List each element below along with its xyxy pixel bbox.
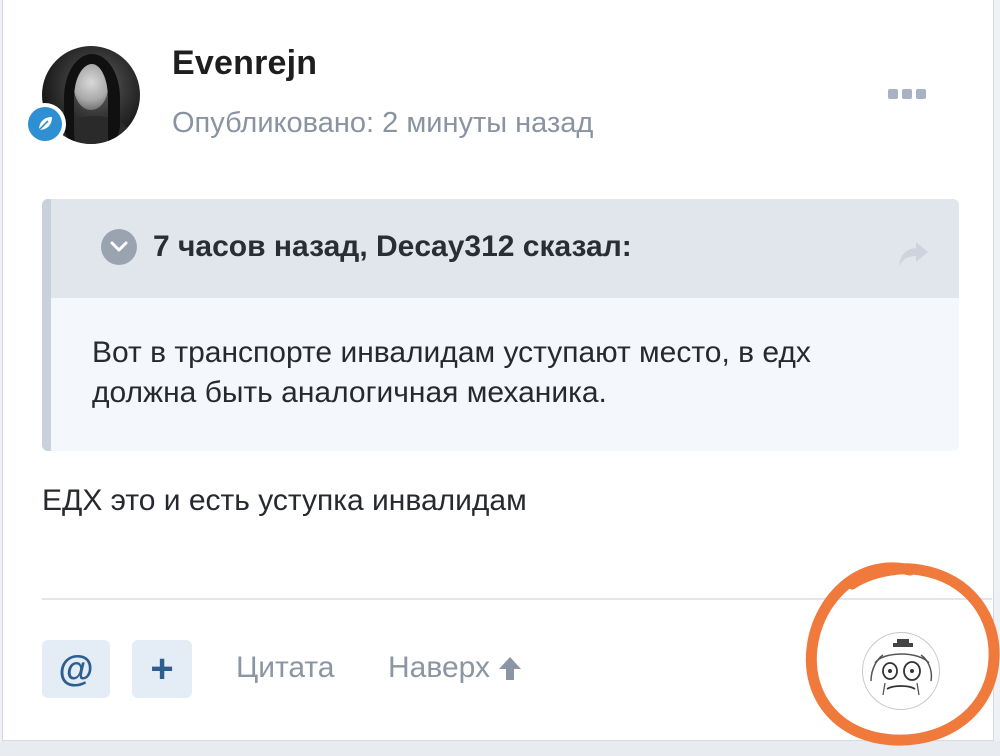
avatar-hair	[64, 54, 120, 142]
verified-leaf-icon	[28, 107, 62, 141]
top-link[interactable]: Наверх	[388, 651, 524, 685]
add-button[interactable]: +	[132, 640, 192, 698]
quote-link[interactable]: Цитата	[236, 651, 334, 685]
reaction-face-icon[interactable]	[862, 632, 940, 710]
top-link-label: Наверх	[388, 651, 490, 684]
published-meta: Опубликовано: 2 минуты назад	[172, 107, 593, 140]
quote-header: 7 часов назад, Decay312 сказал:	[51, 199, 959, 298]
chevron-down-icon[interactable]	[101, 229, 137, 265]
quote-author[interactable]: 7 часов назад, Decay312 сказал:	[153, 230, 632, 264]
verified-badge	[24, 103, 66, 145]
username[interactable]: Evenrejn	[172, 44, 317, 83]
arrow-up-icon	[498, 657, 521, 680]
mention-button[interactable]: @	[42, 640, 110, 698]
more-dots-icon[interactable]	[888, 84, 934, 104]
quote-text: Вот в транспорте инвалидам уступают мест…	[92, 336, 811, 409]
bottom-strip	[0, 741, 1000, 756]
published-label: Опубликовано:	[172, 107, 375, 139]
quote-block: 7 часов назад, Decay312 сказал: Вот в тр…	[42, 199, 959, 451]
reply-text: ЕДХ это и есть уступка инвалидам	[42, 484, 527, 517]
divider	[42, 598, 992, 600]
quote-bar	[42, 199, 51, 451]
published-time[interactable]: 2 минуты назад	[382, 107, 593, 139]
share-arrow-icon[interactable]	[897, 240, 929, 268]
